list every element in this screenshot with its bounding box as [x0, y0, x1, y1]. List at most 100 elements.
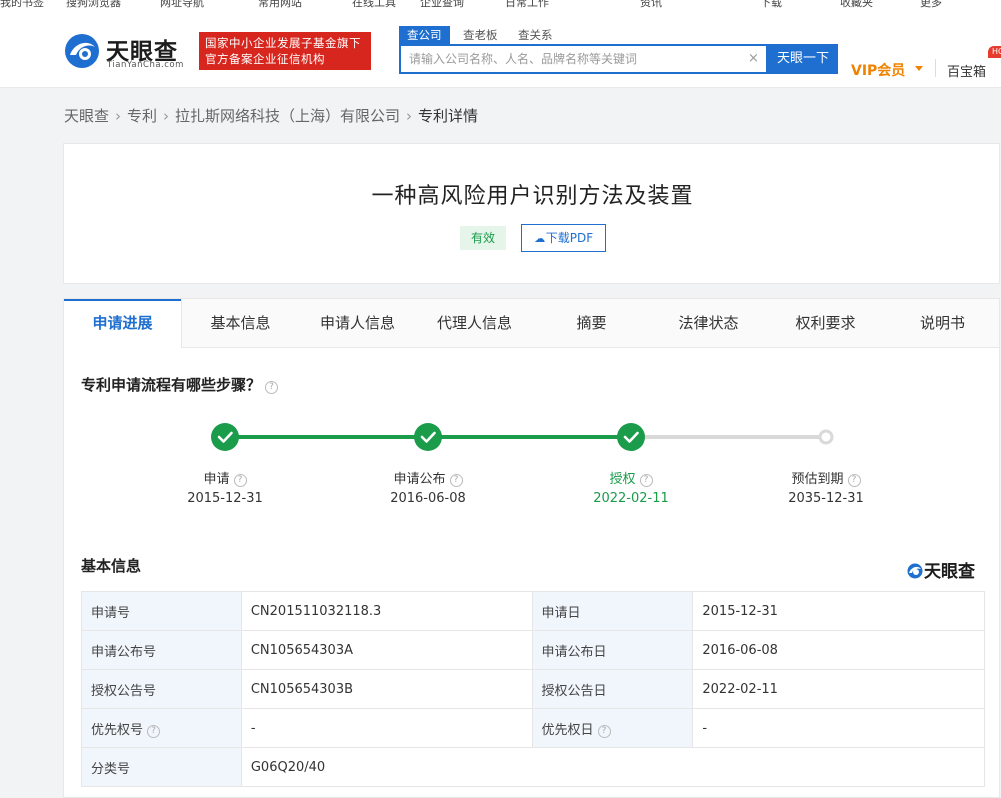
help-icon[interactable]: ?	[449, 474, 463, 487]
search-tab-relation[interactable]: 查关系	[518, 26, 553, 44]
chevron-right-icon: ›	[163, 107, 170, 125]
progress-title-text: 专利申请流程有哪些步骤？	[81, 376, 262, 394]
field-value: CN105654303B	[240, 669, 533, 709]
bookmark-item[interactable]: 收藏夹	[840, 0, 873, 10]
tab-agent[interactable]: 代理人信息	[416, 299, 533, 348]
bookmark-item[interactable]: 我的书签	[0, 0, 44, 10]
tab-applicant[interactable]: 申请人信息	[299, 299, 416, 348]
chevron-right-icon: ›	[115, 107, 122, 125]
site-header: 天眼查 TianYanCha.com 国家中小企业发展子基金旗下 官方备案企业征…	[0, 10, 1001, 88]
tab-claims[interactable]: 权利要求	[767, 299, 884, 348]
breadcrumb-home[interactable]: 天眼查	[64, 105, 109, 126]
field-label: 优先权号?	[81, 708, 242, 748]
search-tab-boss[interactable]: 查老板	[463, 26, 498, 44]
clear-icon[interactable]: ×	[748, 51, 759, 66]
breadcrumb: 天眼查 › 专利 › 拉扎斯网络科技（上海）有限公司 › 专利详情	[64, 105, 478, 126]
page-title: 一种高风险用户识别方法及装置	[371, 184, 694, 209]
vip-menu[interactable]: VIP会员	[851, 60, 905, 80]
header-divider	[935, 59, 936, 77]
tianyancha-logo-icon	[907, 563, 923, 579]
badge-line-1: 国家中小企业发展子基金旗下	[205, 36, 361, 50]
field-label: 申请公布日	[531, 630, 694, 670]
search-tab-company[interactable]: 查公司	[399, 26, 450, 44]
field-value: -	[240, 708, 533, 748]
help-icon[interactable]: ?	[639, 474, 653, 487]
patent-title-card: 一种高风险用户识别方法及装置 有效 ☁下载PDF	[63, 143, 1000, 284]
bookmark-item[interactable]: 企业查询	[420, 0, 464, 10]
field-value: G06Q20/40	[240, 747, 986, 787]
step-label: 申请?	[165, 468, 285, 487]
official-badge: 国家中小企业发展子基金旗下 官方备案企业征信机构	[199, 32, 371, 70]
caret-down-icon[interactable]	[915, 66, 923, 71]
bookmark-item[interactable]: 下载	[760, 0, 782, 10]
bookmark-item[interactable]: 日常工作	[505, 0, 549, 10]
field-value: CN105654303A	[240, 630, 533, 670]
field-value: -	[692, 708, 985, 748]
check-circle-icon	[414, 423, 442, 451]
table-row: 优先权号? - 优先权日? -	[81, 708, 985, 748]
search-box: ×	[399, 44, 768, 74]
detail-tabs: 申请进展 基本信息 申请人信息 代理人信息 摘要 法律状态 权利要求 说明书	[64, 299, 999, 348]
check-circle-icon	[617, 423, 645, 451]
chevron-right-icon: ›	[406, 107, 413, 125]
breadcrumb-company[interactable]: 拉扎斯网络科技（上海）有限公司	[175, 105, 400, 126]
help-icon[interactable]: ?	[847, 474, 861, 487]
breadcrumb-patent[interactable]: 专利	[127, 105, 157, 126]
table-row: 分类号 G06Q20/40	[81, 747, 986, 787]
step-label-text: 申请公布	[393, 472, 446, 487]
step-label: 预估到期?	[766, 468, 886, 487]
field-value: 2015-12-31	[692, 591, 985, 631]
tianyancha-logo-icon[interactable]	[64, 33, 100, 69]
bookmarks-bar: 我的书签 搜狗浏览器 网址导航 常用网站 在线工具 企业查询 日常工作 资讯 下…	[0, 0, 1001, 10]
tab-progress[interactable]: 申请进展	[64, 299, 182, 348]
check-circle-icon	[211, 423, 239, 451]
progress-section-title: 专利申请流程有哪些步骤？?	[81, 374, 279, 395]
basic-info-table: 申请号 CN201511032118.3 申请日 2015-12-31 申请公布…	[81, 591, 986, 787]
search-input[interactable]	[401, 46, 741, 72]
field-label: 申请号	[81, 591, 242, 631]
bookmark-item[interactable]: 网址导航	[160, 0, 204, 10]
tab-legal-status[interactable]: 法律状态	[650, 299, 767, 348]
bookmark-item[interactable]: 搜狗浏览器	[66, 0, 121, 10]
step-label-text: 授权	[609, 472, 636, 487]
tab-abstract[interactable]: 摘要	[533, 299, 650, 348]
field-value: 2016-06-08	[692, 630, 985, 670]
step-label: 申请公布?	[368, 468, 488, 487]
step-date: 2015-12-31	[187, 491, 263, 506]
step-label-text: 申请	[203, 472, 230, 487]
tab-basic-info[interactable]: 基本信息	[182, 299, 299, 348]
table-row: 授权公告号 CN105654303B 授权公告日 2022-02-11	[81, 669, 985, 709]
field-value: 2022-02-11	[692, 669, 985, 709]
help-icon[interactable]: ?	[233, 474, 247, 487]
bookmark-item[interactable]: 常用网站	[258, 0, 302, 10]
priority-number-label: 优先权号	[91, 722, 144, 738]
field-label: 申请公布号	[81, 630, 242, 670]
tianyancha-watermark: 天眼查	[907, 557, 975, 582]
download-pdf-button[interactable]: ☁下载PDF	[521, 224, 606, 252]
treasure-box-menu[interactable]: 百宝箱	[947, 61, 986, 80]
field-label: 申请日	[531, 591, 694, 631]
help-icon[interactable]: ?	[597, 724, 611, 738]
tab-description[interactable]: 说明书	[884, 299, 1001, 348]
field-label: 优先权日?	[531, 708, 694, 748]
field-label: 授权公告日	[531, 669, 694, 709]
table-row: 申请公布号 CN105654303A 申请公布日 2016-06-08	[81, 630, 985, 670]
step-date: 2035-12-31	[788, 491, 864, 506]
breadcrumb-current: 专利详情	[418, 107, 479, 125]
field-value: CN201511032118.3	[240, 591, 533, 631]
status-badge: 有效	[460, 226, 506, 250]
bookmark-item[interactable]: 在线工具	[352, 0, 396, 10]
download-pdf-label: 下载PDF	[545, 231, 594, 245]
step-date: 2022-02-11	[593, 491, 669, 506]
search-button[interactable]: 天眼一下	[768, 44, 838, 74]
step-label-text: 预估到期	[791, 472, 844, 487]
bookmark-item[interactable]: 更多	[920, 0, 942, 10]
help-icon[interactable]: ?	[265, 381, 279, 394]
cloud-download-icon: ☁	[534, 232, 546, 245]
step-date: 2016-06-08	[390, 491, 466, 506]
field-label: 授权公告号	[81, 669, 242, 709]
help-icon[interactable]: ?	[147, 724, 161, 738]
bookmark-item[interactable]: 资讯	[640, 0, 662, 10]
pending-dot-icon	[818, 429, 834, 445]
watermark-text: 天眼查	[924, 562, 975, 582]
